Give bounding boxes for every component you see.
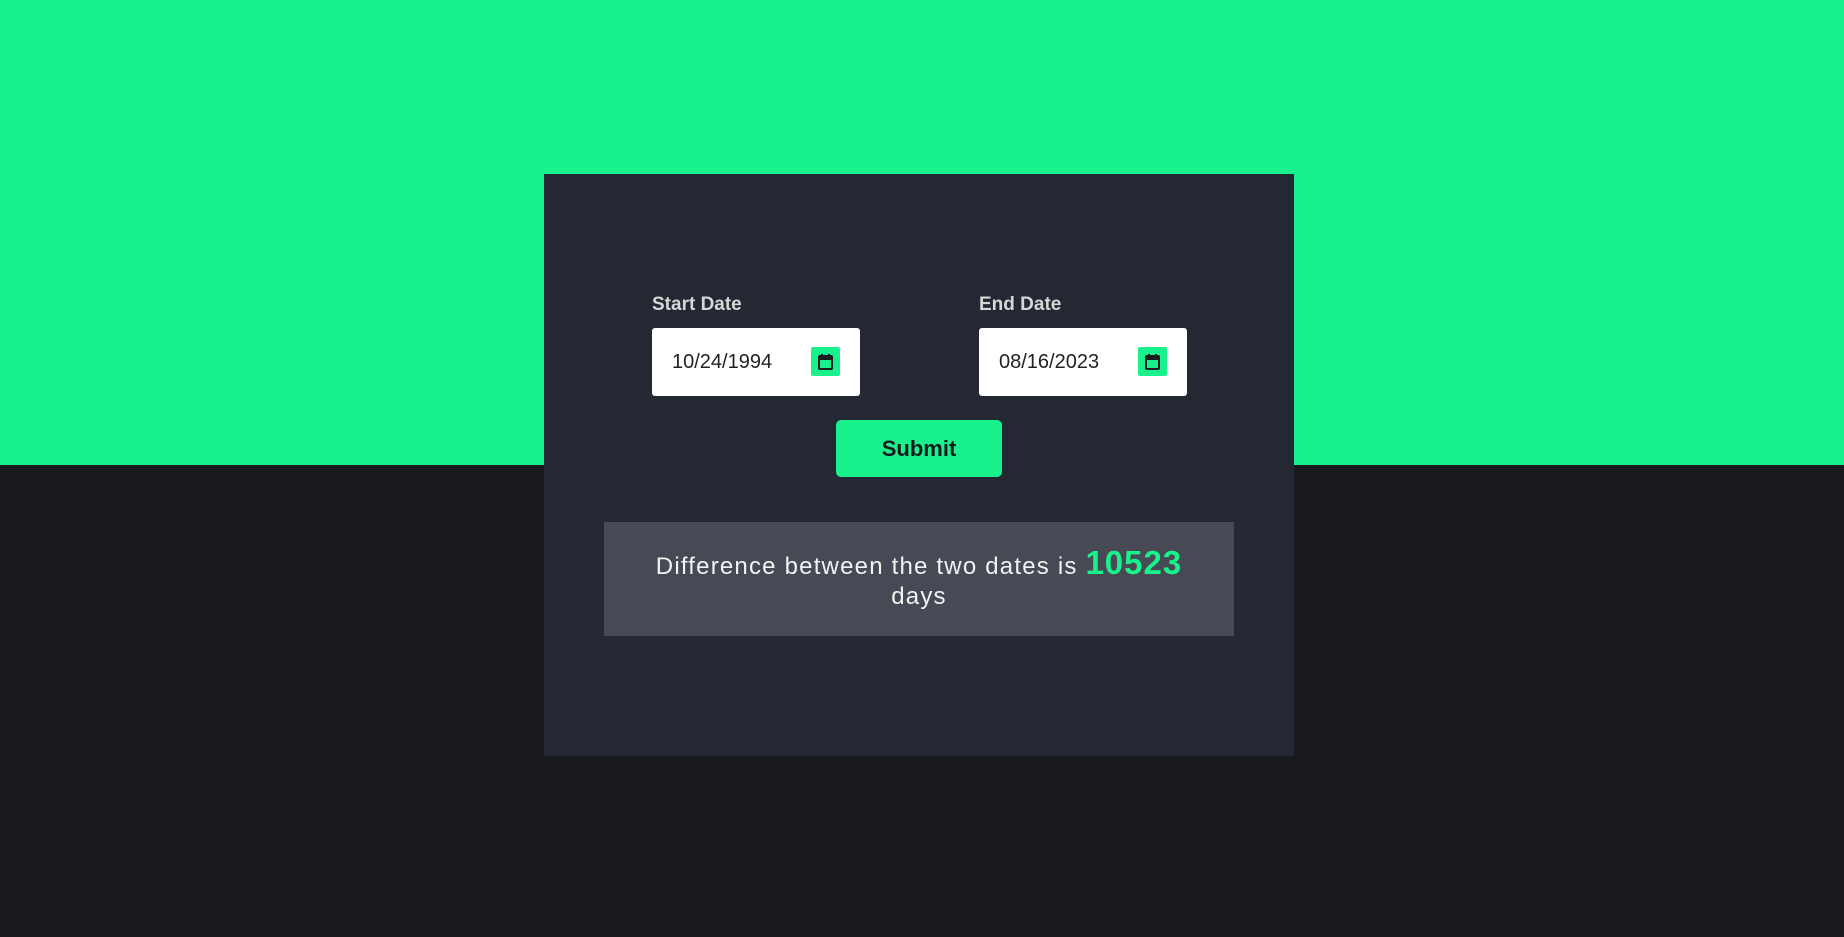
submit-button[interactable]: Submit [836, 420, 1002, 477]
start-date-label: Start Date [652, 294, 742, 315]
start-date-input[interactable]: 10/24/1994 [652, 328, 860, 396]
end-date-calendar-button[interactable] [1138, 347, 1167, 376]
start-date-calendar-button[interactable] [811, 347, 840, 376]
end-date-field: End Date 08/16/2023 [979, 294, 1187, 396]
start-date-field: Start Date 10/24/1994 [652, 294, 860, 396]
result-suffix: days [891, 583, 947, 610]
calendar-icon [818, 353, 833, 370]
result-days-count: 10523 [1085, 544, 1183, 581]
result-panel: Difference between the two dates is 1052… [604, 522, 1234, 636]
start-date-value[interactable]: 10/24/1994 [672, 328, 772, 396]
end-date-label: End Date [979, 294, 1062, 315]
end-date-value[interactable]: 08/16/2023 [999, 328, 1099, 396]
date-calculator-card: Start Date 10/24/1994 End Date 08/16/202… [544, 174, 1294, 756]
result-prefix: Difference between the two dates is [655, 553, 1078, 580]
calendar-icon [1145, 353, 1160, 370]
end-date-input[interactable]: 08/16/2023 [979, 328, 1187, 396]
